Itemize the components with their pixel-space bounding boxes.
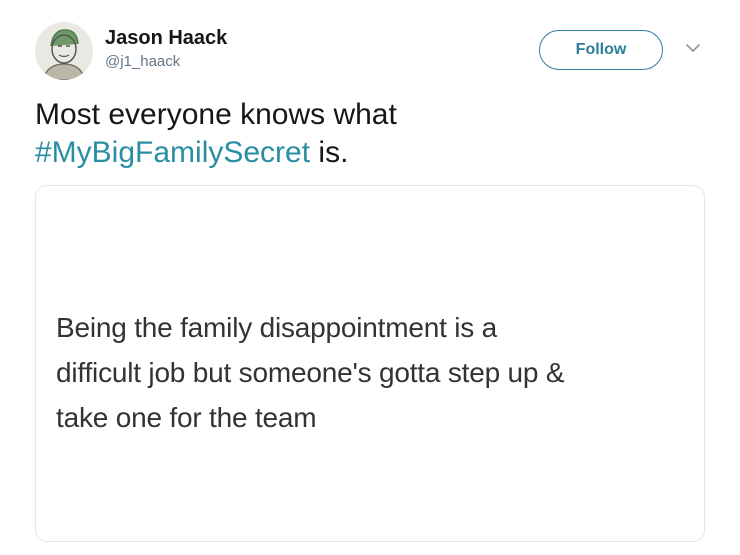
tweet-text-after: is.	[310, 136, 349, 169]
media-line-1: Being the family disappointment is a	[56, 312, 498, 343]
follow-button[interactable]: Follow	[539, 30, 663, 70]
display-name[interactable]: Jason Haack	[105, 26, 227, 50]
hashtag-link[interactable]: #MyBigFamilySecret	[35, 136, 310, 169]
avatar-sketch-icon	[35, 22, 93, 80]
media-text: Being the family disappointment is a dif…	[56, 305, 696, 440]
tweet: Jason Haack @j1_haack Follow Most everyo…	[0, 0, 740, 555]
media-card[interactable]: Being the family disappointment is a dif…	[35, 185, 705, 542]
tweet-text-before: Most everyone knows what	[35, 98, 397, 131]
media-line-2: difficult job but someone's gotta step u…	[56, 357, 565, 388]
avatar[interactable]	[35, 22, 93, 80]
chevron-down-icon[interactable]	[684, 41, 702, 55]
author-block: Jason Haack @j1_haack	[105, 26, 227, 72]
handle[interactable]: @j1_haack	[105, 52, 227, 72]
tweet-text: Most everyone knows what #MyBigFamilySecr…	[35, 96, 715, 172]
media-line-3: take one for the team	[56, 402, 317, 433]
